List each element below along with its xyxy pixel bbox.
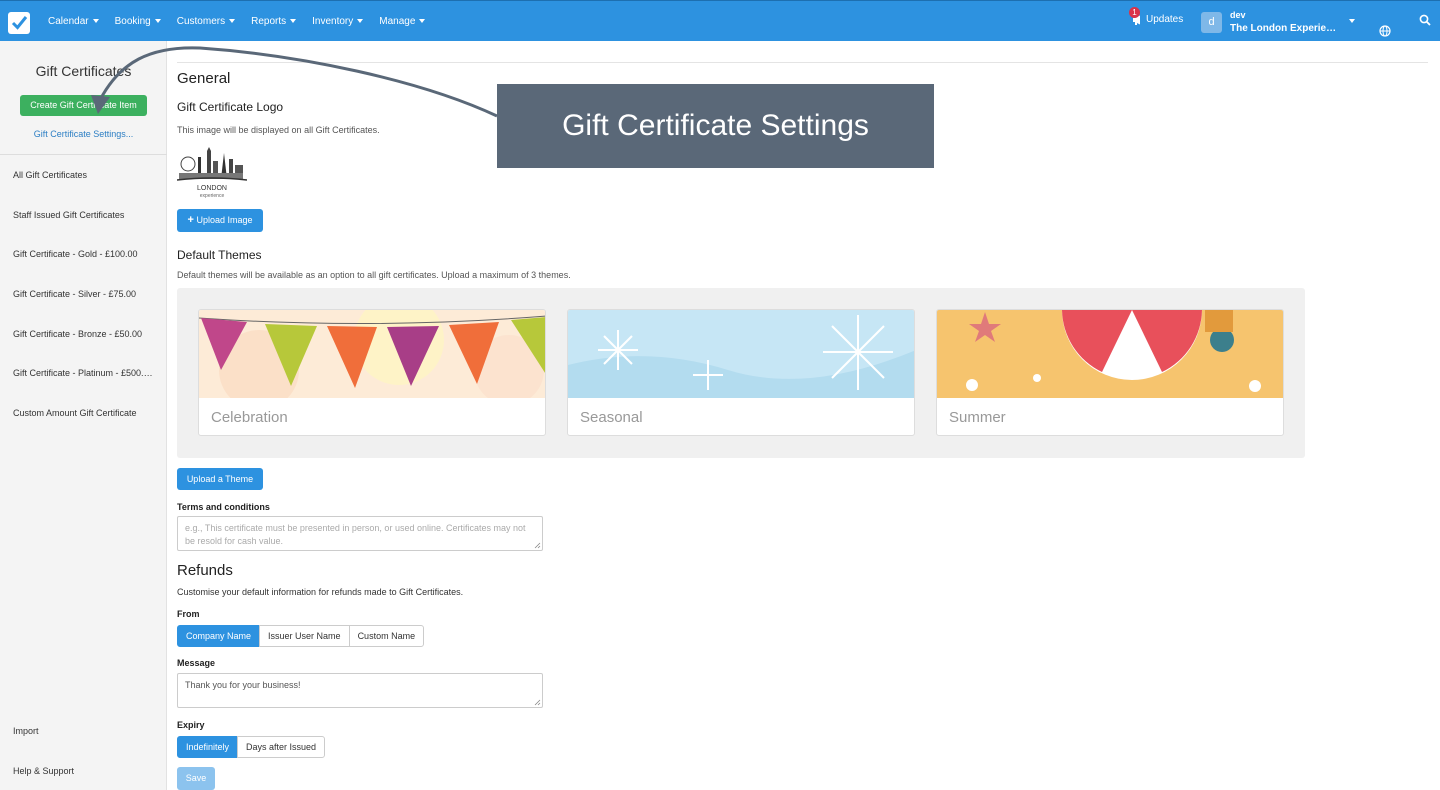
from-company-name-button[interactable]: Company Name — [177, 625, 261, 647]
refunds-heading: Refunds — [177, 562, 233, 579]
expiry-label: Expiry — [177, 720, 205, 730]
resize-grip-icon[interactable] — [534, 542, 541, 549]
theme-name: Summer — [949, 409, 1006, 426]
nav-inventory[interactable]: Inventory — [304, 1, 371, 41]
user-organization[interactable]: The London Experience — [1230, 23, 1342, 34]
sidebar-item-gold[interactable]: Gift Certificate - Gold - £100.00 — [13, 249, 158, 259]
sidebar-item-bronze[interactable]: Gift Certificate - Bronze - £50.00 — [13, 329, 158, 339]
user-menu-caret-icon[interactable] — [1349, 19, 1355, 23]
message-value: Thank you for your business! — [185, 680, 301, 690]
upload-theme-button[interactable]: Upload a Theme — [177, 468, 263, 490]
theme-card-seasonal[interactable]: Seasonal — [567, 309, 915, 436]
nav-customers[interactable]: Customers — [169, 1, 243, 41]
theme-name: Celebration — [211, 409, 288, 426]
nav-booking[interactable]: Booking — [107, 1, 169, 41]
updates-button[interactable]: 1 Updates — [1129, 7, 1184, 25]
nav-label: Customers — [176, 15, 226, 27]
themes-heading: Default Themes — [177, 248, 262, 262]
nav-label: Reports — [251, 15, 287, 27]
sidebar-item-help-support[interactable]: Help & Support — [13, 766, 158, 776]
from-label: From — [177, 609, 200, 619]
logo-description: This image will be displayed on all Gift… — [177, 125, 380, 135]
sidebar-item-staff-issued[interactable]: Staff Issued Gift Certificates — [13, 210, 158, 220]
beach-umbrella-image — [937, 310, 1283, 398]
logo-heading: Gift Certificate Logo — [177, 100, 284, 114]
sidebar-title: Gift Certificates — [35, 63, 132, 79]
sidebar-item-all[interactable]: All Gift Certificates — [13, 170, 158, 180]
from-custom-name-button[interactable]: Custom Name — [348, 625, 425, 647]
sidebar-item-platinum[interactable]: Gift Certificate - Platinum - £500.00 — [13, 368, 153, 378]
updates-count-badge: 1 — [1129, 7, 1140, 18]
terms-placeholder: e.g., This certificate must be presented… — [185, 523, 526, 546]
user-name[interactable]: dev — [1230, 10, 1246, 20]
message-textarea[interactable]: Thank you for your business! — [177, 673, 543, 708]
themes-panel: Celebration Seasonal Summer — [177, 288, 1305, 458]
theme-card-summer[interactable]: Summer — [936, 309, 1284, 436]
themes-description: Default themes will be available as an o… — [177, 270, 571, 280]
sidebar: Gift Certificates Create Gift Certificat… — [0, 41, 167, 790]
nav-calendar[interactable]: Calendar — [40, 1, 107, 41]
save-button[interactable]: Save — [177, 767, 215, 790]
general-heading: General — [177, 70, 231, 87]
globe-icon[interactable] — [1379, 25, 1391, 37]
upload-image-button[interactable]: + Upload Image — [177, 209, 263, 232]
nav-label: Inventory — [312, 15, 354, 27]
terms-label: Terms and conditions — [177, 502, 270, 512]
from-toggle-group: Company Name Issuer User Name Custom Nam… — [177, 625, 425, 647]
from-issuer-user-name-button[interactable]: Issuer User Name — [259, 625, 350, 647]
create-gift-certificate-button[interactable]: Create Gift Certificate Item — [20, 95, 147, 116]
expiry-days-after-issued-button[interactable]: Days after Issued — [237, 736, 326, 758]
snowflake-image — [568, 310, 914, 398]
message-label: Message — [177, 658, 216, 668]
caret-down-icon — [290, 19, 297, 23]
sidebar-item-import[interactable]: Import — [13, 726, 158, 736]
sidebar-item-custom-amount[interactable]: Custom Amount Gift Certificate — [13, 408, 155, 418]
theme-card-celebration[interactable]: Celebration — [198, 309, 546, 436]
callout-text: Gift Certificate Settings — [562, 109, 869, 142]
caret-down-icon — [154, 19, 161, 23]
london-experience-logo: LONDON experience — [176, 147, 248, 199]
logo-wordmark: LONDON — [197, 185, 227, 192]
logo-wordmark-sub: experience — [200, 193, 225, 199]
caret-down-icon — [419, 19, 426, 23]
resize-grip-icon[interactable] — [534, 699, 541, 706]
nav-label: Calendar — [48, 15, 89, 27]
checkmark-logo-icon[interactable] — [8, 12, 30, 34]
nav-label: Manage — [379, 15, 416, 27]
main-menu: Calendar Booking Customers Reports Inven… — [40, 1, 433, 41]
sidebar-divider — [0, 154, 167, 155]
callout-label: Gift Certificate Settings — [497, 84, 934, 168]
bunting-image — [199, 310, 545, 398]
expiry-toggle-group: Indefinitely Days after Issued — [177, 736, 326, 758]
top-navbar: Calendar Booking Customers Reports Inven… — [0, 0, 1440, 41]
upload-image-label: Upload Image — [196, 215, 253, 225]
terms-textarea[interactable]: e.g., This certificate must be presented… — [177, 516, 543, 551]
caret-down-icon — [92, 19, 99, 23]
gift-certificate-settings-link[interactable]: Gift Certificate Settings... — [0, 129, 167, 139]
sidebar-item-silver[interactable]: Gift Certificate - Silver - £75.00 — [13, 289, 158, 299]
nav-reports[interactable]: Reports — [243, 1, 304, 41]
plus-icon: + — [187, 214, 194, 226]
search-icon[interactable] — [1419, 14, 1431, 26]
header-divider — [177, 62, 1428, 63]
skyline-logo-icon: LONDON experience — [176, 147, 248, 199]
updates-label: Updates — [1146, 14, 1184, 25]
avatar[interactable]: d — [1201, 12, 1222, 33]
nav-label: Booking — [114, 15, 151, 27]
caret-down-icon — [357, 19, 364, 23]
caret-down-icon — [229, 19, 236, 23]
theme-name: Seasonal — [580, 409, 643, 426]
nav-manage[interactable]: Manage — [371, 1, 433, 41]
expiry-indefinitely-button[interactable]: Indefinitely — [177, 736, 239, 758]
refunds-description: Customise your default information for r… — [177, 587, 464, 597]
